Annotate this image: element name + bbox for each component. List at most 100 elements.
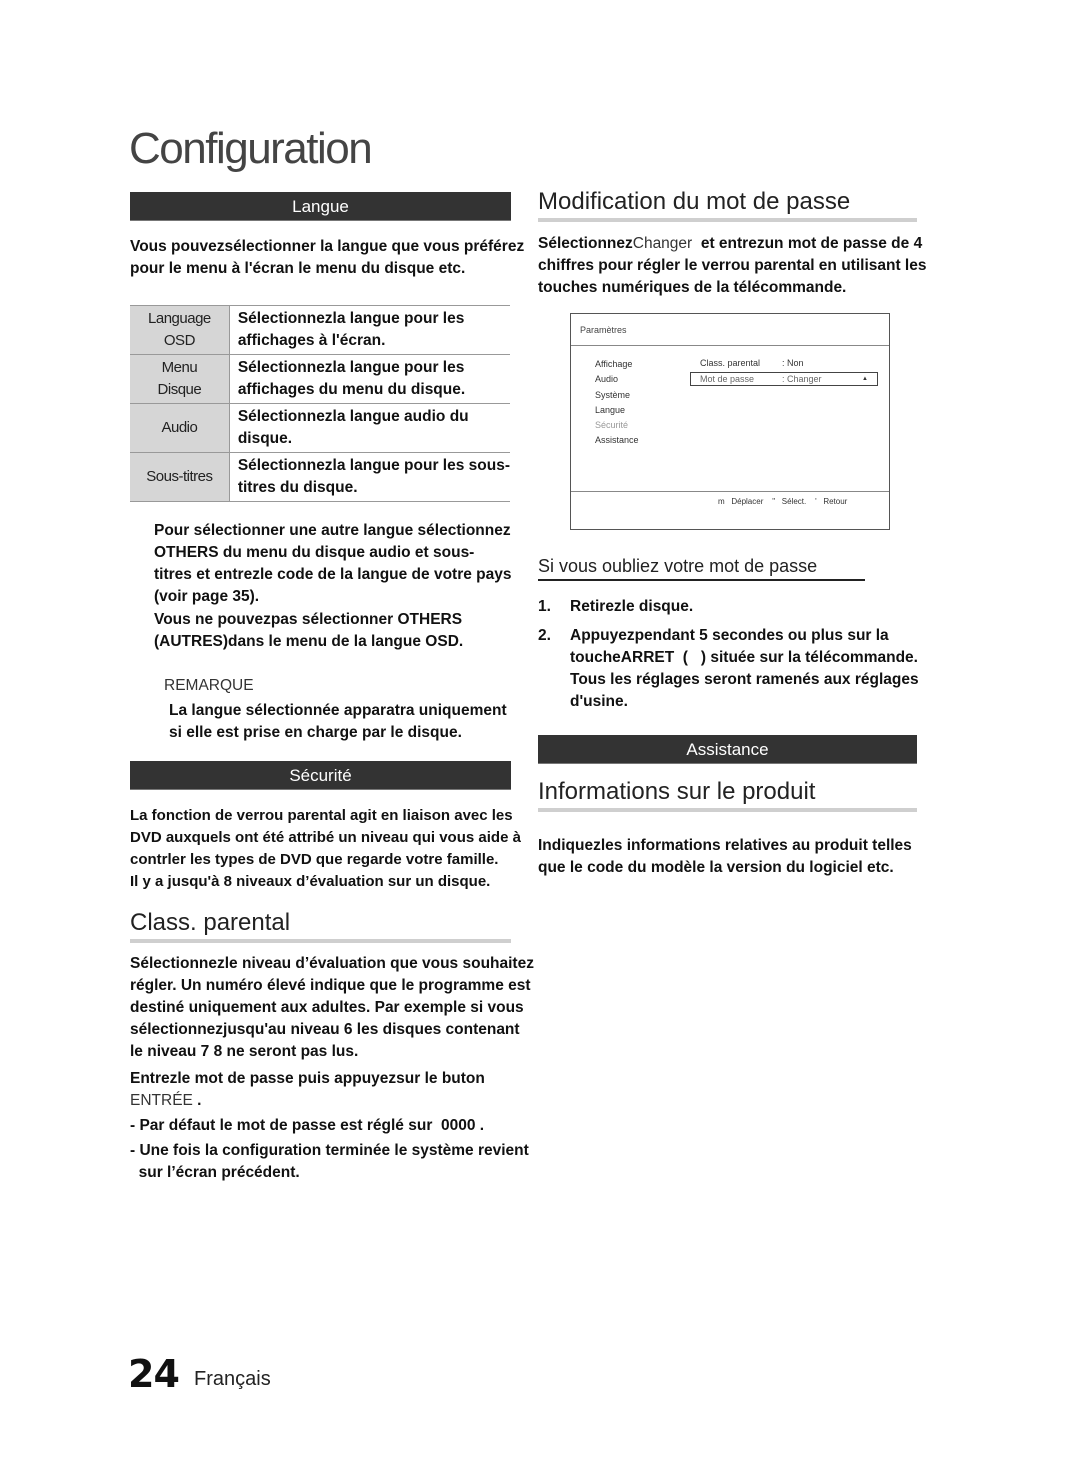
text-line: Il y a jusqu'à 8 niveaux d’évaluation su… [130, 873, 491, 890]
text-line: régler. Un numéro élevé indique que le p… [130, 977, 531, 994]
class-parental-heading: Class. parental [130, 909, 511, 943]
language-table: Language OSD Sélectionnezla langue pour l… [130, 305, 510, 502]
section-bar-securite: Sécurité [130, 761, 511, 790]
text-line: le niveau 7 8 ne seront pas lus. [130, 1043, 359, 1060]
text-line: La fonction de verrou parental agit en l… [130, 807, 513, 824]
osd-menu-item: Système [595, 389, 631, 400]
text-line: OTHERS du menu du disque audio et sous- [154, 544, 475, 561]
oubli-heading: Si vous oubliez votre mot de passe [538, 556, 865, 581]
osd-menu-item-active: Sécurité [595, 420, 629, 431]
text-line: que le code du modèle la version du logi… [538, 859, 894, 876]
entrez-text: Entrezle mot de passe puis appuyezsur le… [130, 1068, 550, 1112]
osd-row-value: : Non [782, 358, 804, 368]
step-item: 1. Retirezle disque. [538, 596, 958, 618]
table-row: Language OSD Sélectionnezla langue pour l… [130, 305, 510, 355]
table-row: Audio Sélectionnezla langue audio du disq… [130, 403, 510, 453]
page-title: Configuration [129, 124, 373, 173]
value-line: Sélectionnezla langue pour les [237, 359, 465, 376]
table-value: Sélectionnezla langue pour les affichages… [229, 354, 510, 404]
osd-row-class-parental: Class. parental : Non [690, 357, 878, 371]
text-line: Pour sélectionner une autre langue sélec… [154, 522, 511, 539]
table-row: Menu Disque Sélectionnezla langue pour le… [130, 354, 510, 404]
table-value: Sélectionnezla langue pour les affichages… [229, 305, 510, 355]
text-span: et entrezun mot de passe de 4 [692, 235, 923, 252]
key-line: Disque [157, 381, 202, 398]
section-bar-langue: Langue [130, 192, 511, 221]
value-line: Sélectionnezla langue pour les sous- [237, 457, 510, 474]
osd-menu-item: Assistance [595, 435, 639, 446]
text-line: Tous les réglages seront ramenés aux rég… [570, 671, 919, 688]
osd-divider [571, 491, 889, 492]
table-key: Sous-titres [130, 452, 230, 502]
entree-key-label: ENTRÉE [130, 1092, 193, 1109]
value-line: titres du disque. [237, 479, 358, 496]
step-text: Appuyezpendant 5 secondes ou plus sur la… [570, 625, 919, 713]
osd-footer-label: Sélect. [781, 497, 807, 506]
page-language: Français [194, 1368, 271, 1390]
securite-text: La fonction de verrou parental agit en l… [130, 805, 550, 893]
text-span: Sélectionnez [538, 235, 633, 252]
osd-row-value: : Changer [782, 374, 822, 384]
key-line: Menu [161, 359, 198, 376]
osd-menu-item: Affichage [595, 359, 633, 369]
text-line: - Une fois la configuration terminée le … [130, 1142, 529, 1159]
section-bar-assistance: Assistance [538, 735, 917, 764]
text-line: titres et entrezle code de la langue de … [154, 566, 512, 583]
langue-intro-line: pour le menu à l'écran le menu du disque… [130, 260, 466, 277]
text-line: sur l’écran précédent. [130, 1164, 300, 1181]
osd-menu-item: Langue [595, 404, 626, 415]
table-key: Language OSD [130, 305, 230, 355]
text-line: sélectionnezjusqu'au niveau 6 les disque… [130, 1021, 520, 1038]
osd-menu-item: Audio [595, 374, 619, 385]
page-number: 24 [128, 1352, 180, 1396]
select-icon: " [772, 497, 776, 506]
text-line: Indiquezles informations relatives au pr… [538, 837, 912, 854]
step-item: 2. Appuyezpendant 5 secondes ou plus sur… [538, 625, 958, 713]
entree-line: ENTRÉE . [130, 1090, 550, 1112]
value-line: affichages à l'écran. [237, 332, 386, 349]
informations-heading: Informations sur le produit [538, 778, 917, 812]
osd-row-mot-de-passe: Mot de passe : Changer ▲ [690, 372, 878, 386]
osd-header: Paramètres [571, 314, 889, 346]
value-line: Sélectionnezla langue audio du [237, 408, 469, 425]
text-line: d'usine. [570, 693, 628, 710]
text-line: si elle est prise en charge par le disqu… [169, 724, 462, 741]
class-parental-text: Sélectionnezle niveau d’évaluation que v… [130, 953, 550, 1063]
osd-menu: Affichage Audio Système Langue Sécurité … [595, 357, 639, 449]
text-line: touches numériques de la télécommande. [538, 279, 847, 296]
changer-label: Changer [632, 235, 693, 252]
langue-intro: Vous pouvezsélectionner la langue que vo… [130, 236, 550, 280]
informations-text: Indiquezles informations relatives au pr… [538, 835, 958, 879]
osd-row-label: Class. parental [700, 358, 761, 368]
reset-steps: 1. Retirezle disque. 2. Appuyezpendant 5… [538, 596, 958, 720]
modification-heading: Modification du mot de passe [538, 188, 917, 222]
return-icon: ' [815, 497, 817, 506]
text-line: contrler les types de DVD que regarde vo… [130, 851, 499, 868]
text-line: SélectionnezChanger et entrezun mot de p… [538, 233, 958, 255]
up-arrow-icon: ▲ [862, 376, 868, 382]
step-number: 2. [538, 627, 551, 644]
key-line: Audio [161, 419, 198, 436]
text-line: (AUTRES)dans le menu de la langue OSD. [154, 633, 464, 650]
step-number: 1. [538, 598, 551, 615]
text-line: Sélectionnezle niveau d’évaluation que v… [130, 955, 534, 972]
remarque-text: La langue sélectionnée apparatra uniquem… [169, 700, 569, 744]
value-line: Sélectionnezla langue pour les [237, 310, 465, 327]
text-line: La langue sélectionnée apparatra uniquem… [169, 702, 507, 719]
value-line: affichages du menu du disque. [237, 381, 466, 398]
text-line: toucheARRET ( ) située sur la télécomman… [570, 649, 918, 666]
table-value: Sélectionnezla langue audio du disque. [229, 403, 510, 453]
osd-footer-label: Déplacer [731, 497, 764, 506]
others-note: Vous ne pouvezpas sélectionner OTHERS (A… [154, 609, 554, 653]
bullet-config-complete: - Une fois la configuration terminée le … [130, 1140, 550, 1184]
osd-footer-label: Retour [823, 497, 848, 506]
value-line: disque. [237, 430, 293, 447]
move-icon: m [718, 497, 725, 506]
step-text: Retirezle disque. [570, 596, 693, 618]
langue-intro-line: Vous pouvezsélectionner la langue que vo… [130, 238, 525, 255]
others-text: Pour sélectionner une autre langue sélec… [154, 520, 554, 608]
table-key: Menu Disque [130, 354, 230, 404]
table-value: Sélectionnezla langue pour les sous-titr… [229, 452, 510, 502]
key-line: Language [148, 310, 211, 327]
osd-settings-screen: Paramètres Affichage Audio Système Langu… [570, 313, 890, 530]
